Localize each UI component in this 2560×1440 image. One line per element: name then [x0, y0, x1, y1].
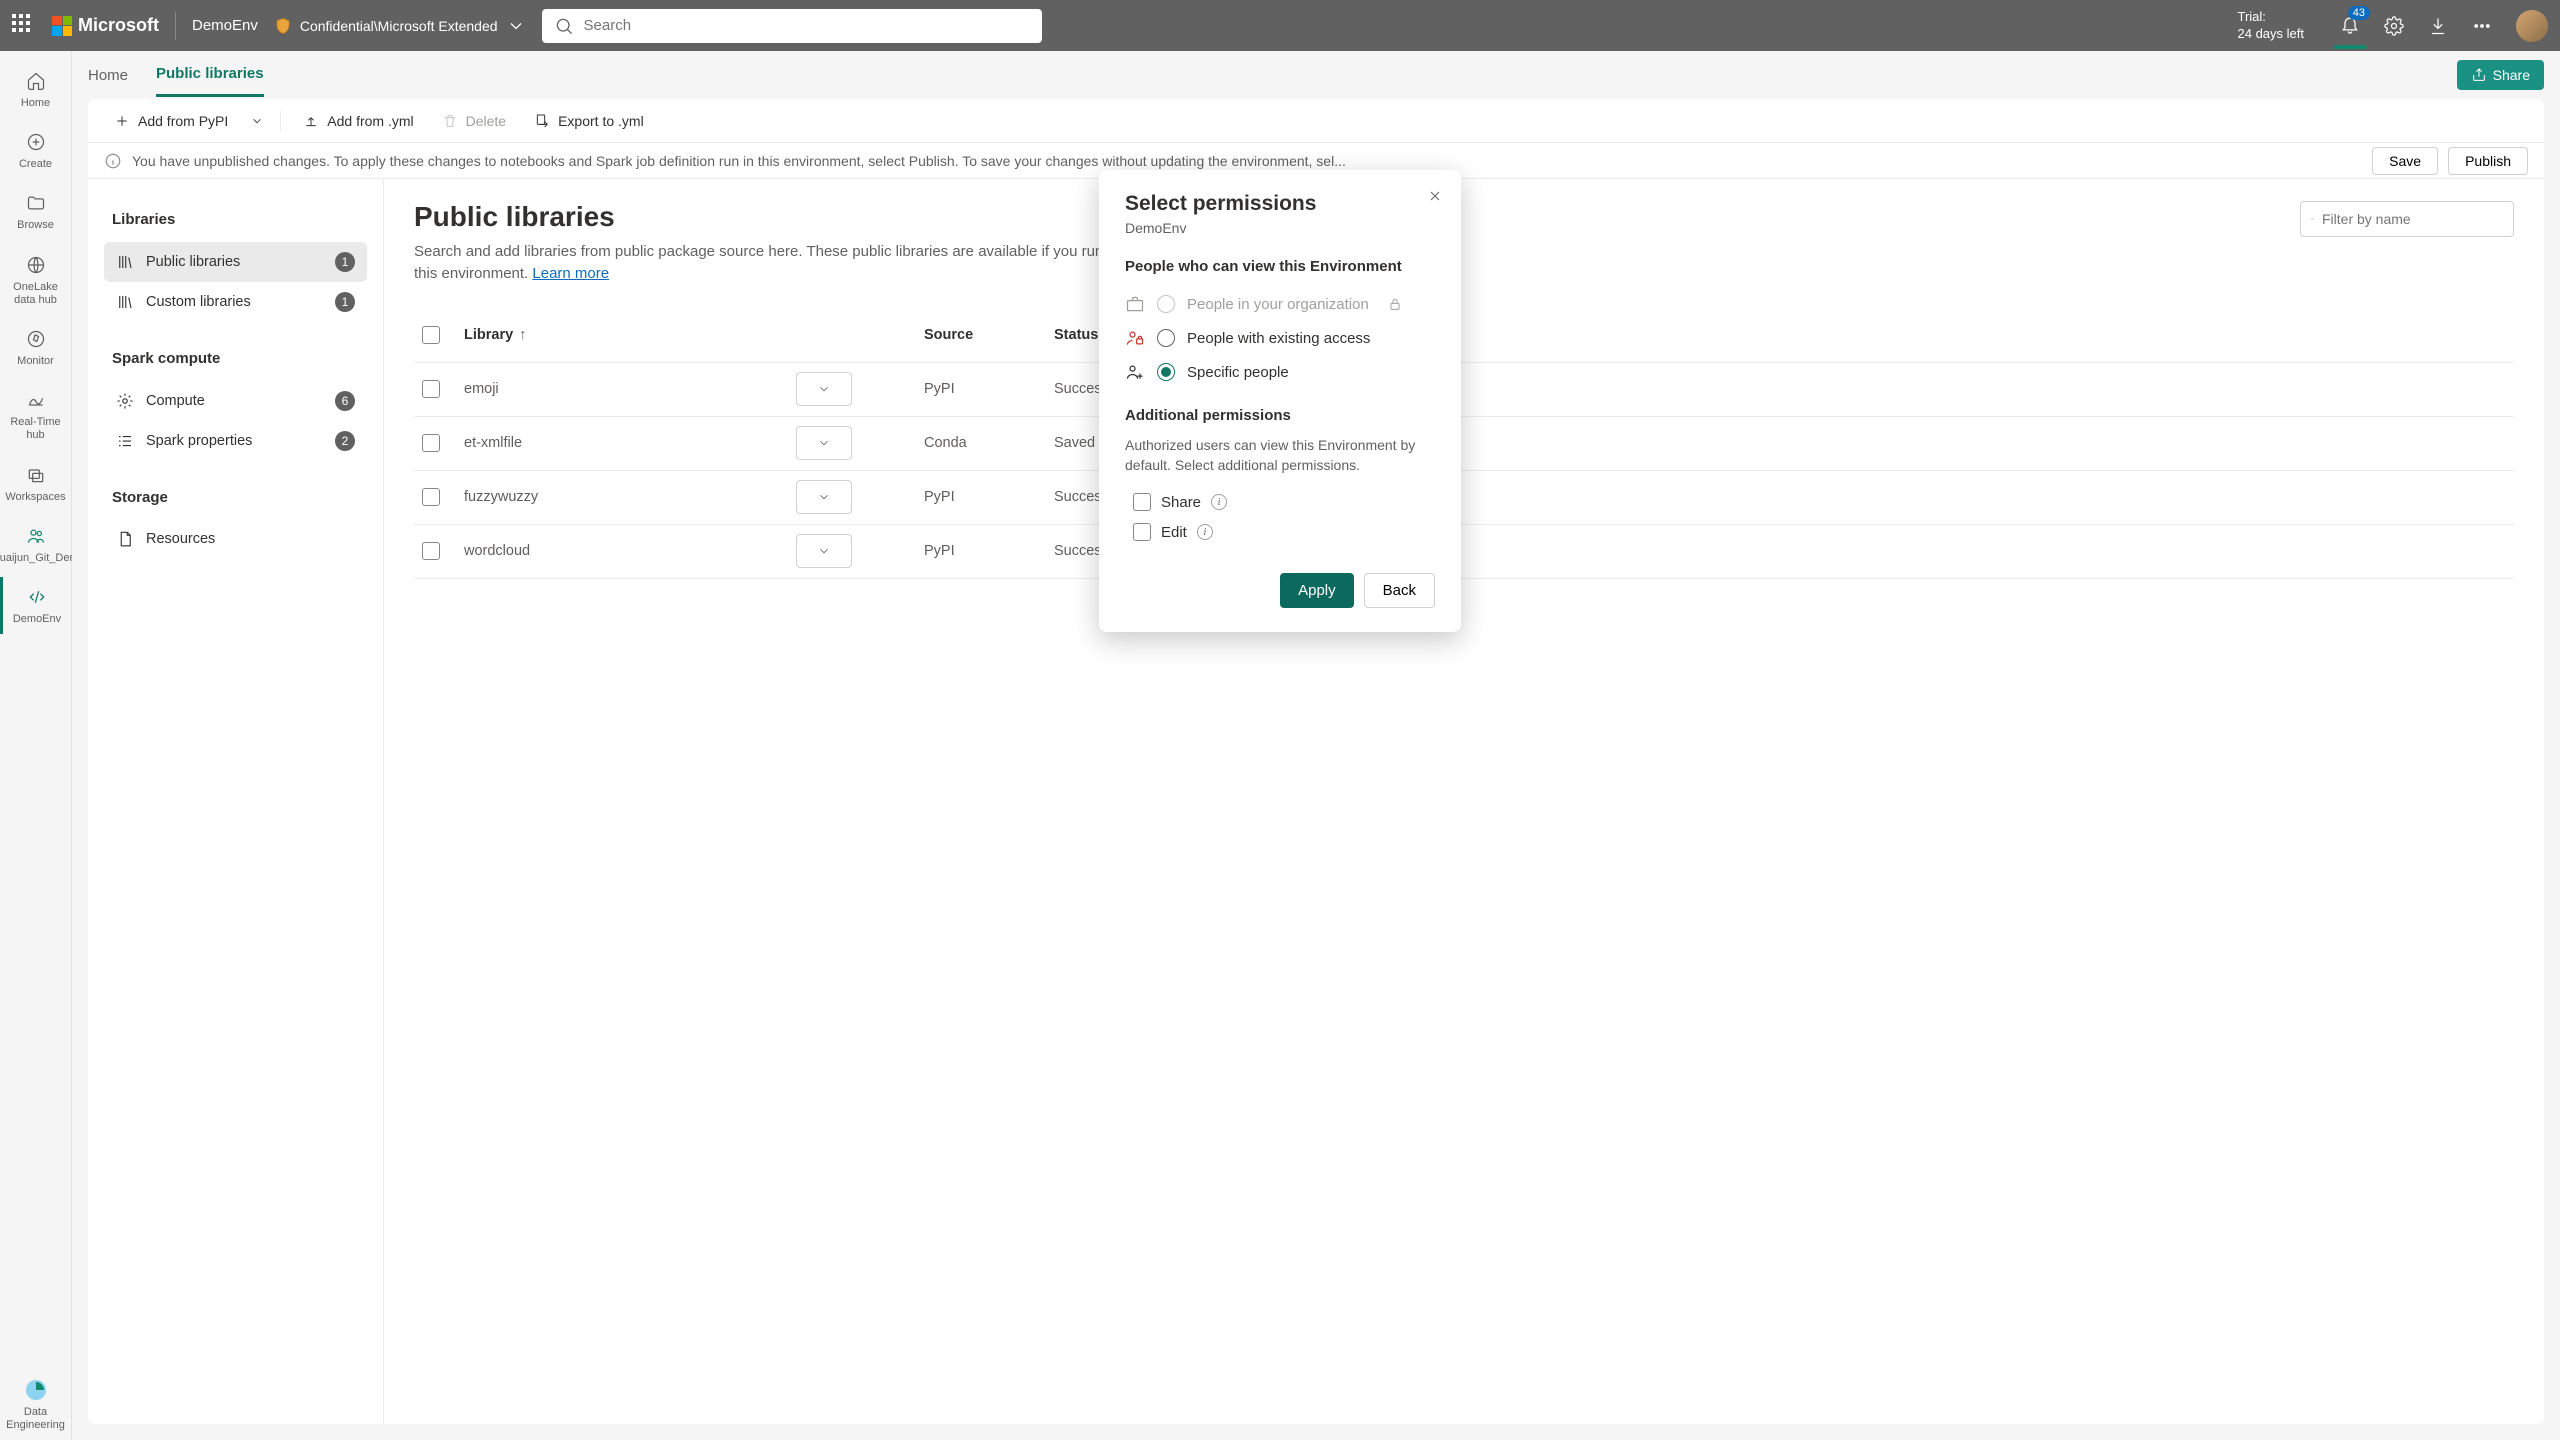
- modal-overlay: Select permissions DemoEnv People who ca…: [0, 0, 2560, 1440]
- additional-permissions-note: Authorized users can view this Environme…: [1125, 436, 1435, 475]
- apply-button[interactable]: Apply: [1280, 573, 1354, 608]
- radio-input[interactable]: [1157, 363, 1175, 381]
- checkbox-input[interactable]: [1133, 523, 1151, 541]
- checkbox-share[interactable]: Share i: [1125, 487, 1435, 517]
- section-view-heading: People who can view this Environment: [1125, 258, 1435, 275]
- close-icon: [1427, 188, 1443, 204]
- select-permissions-dialog: Select permissions DemoEnv People who ca…: [1099, 170, 1461, 632]
- info-icon[interactable]: i: [1211, 494, 1227, 510]
- modal-subtitle: DemoEnv: [1125, 220, 1435, 236]
- briefcase-icon: [1125, 294, 1145, 314]
- checkbox-input[interactable]: [1133, 493, 1151, 511]
- section-additional-heading: Additional permissions: [1125, 407, 1435, 424]
- checkbox-edit[interactable]: Edit i: [1125, 517, 1435, 547]
- lock-icon: [1387, 296, 1403, 312]
- people-lock-icon: [1125, 328, 1145, 348]
- close-button[interactable]: [1427, 188, 1443, 207]
- modal-title: Select permissions: [1125, 192, 1435, 216]
- radio-org: People in your organization: [1125, 287, 1435, 321]
- radio-specific[interactable]: Specific people: [1125, 355, 1435, 389]
- radio-input[interactable]: [1157, 329, 1175, 347]
- radio-input: [1157, 295, 1175, 313]
- info-icon[interactable]: i: [1197, 524, 1213, 540]
- back-button[interactable]: Back: [1364, 573, 1435, 608]
- people-plus-icon: [1125, 362, 1145, 382]
- radio-existing[interactable]: People with existing access: [1125, 321, 1435, 355]
